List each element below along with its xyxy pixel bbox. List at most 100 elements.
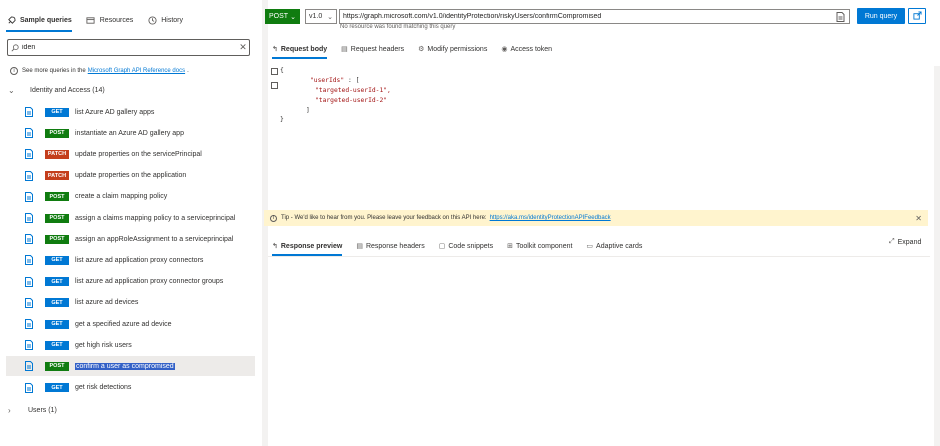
method-badge: PATCH bbox=[45, 149, 69, 159]
tab-label: Toolkit component bbox=[516, 242, 573, 250]
tab-code-snippets[interactable]: ▢ Code snippets bbox=[439, 238, 493, 254]
query-row[interactable]: GET list Azure AD gallery apps bbox=[6, 102, 255, 122]
code-value: "targeted-userId-2" bbox=[315, 97, 388, 104]
query-row[interactable]: GET list azure ad devices bbox=[6, 293, 255, 313]
settings-icon: ⚙ bbox=[418, 46, 425, 53]
query-name: update properties on the application bbox=[75, 172, 187, 180]
card-icon: ▭ bbox=[586, 243, 594, 250]
query-row[interactable]: POST confirm a user as compromised bbox=[6, 356, 255, 377]
tab-label: Response headers bbox=[365, 242, 425, 250]
tab-response-headers[interactable]: ▤ Response headers bbox=[356, 238, 424, 254]
rocket-icon bbox=[6, 15, 16, 25]
tab-label: Request headers bbox=[350, 45, 405, 53]
query-row[interactable]: GET list azure ad application proxy conne… bbox=[6, 272, 255, 292]
tab-sample-queries[interactable]: Sample queries bbox=[6, 10, 72, 32]
tab-label: Resources bbox=[99, 16, 134, 24]
code-open-brace: { bbox=[280, 67, 284, 74]
share-button[interactable] bbox=[908, 8, 926, 24]
document-icon bbox=[25, 234, 33, 245]
tab-adaptive-cards[interactable]: ▭ Adaptive cards bbox=[586, 238, 642, 254]
group-label: Identity and Access (14) bbox=[30, 87, 105, 94]
search-input[interactable] bbox=[22, 44, 237, 51]
tab-label: Code snippets bbox=[448, 242, 494, 250]
document-icon bbox=[25, 297, 33, 308]
method-badge: PATCH bbox=[45, 171, 69, 181]
document-icon[interactable] bbox=[836, 11, 846, 22]
arrow-left-icon: ↰ bbox=[272, 243, 278, 250]
method-badge: POST bbox=[45, 213, 69, 223]
url-input[interactable] bbox=[343, 13, 836, 20]
tab-label: Sample queries bbox=[20, 16, 72, 24]
chevron-down-icon: ⌄ bbox=[8, 86, 15, 95]
method-badge: GET bbox=[45, 107, 69, 117]
search-icon bbox=[8, 43, 22, 52]
query-name: get high risk users bbox=[75, 341, 132, 349]
method-badge: GET bbox=[45, 277, 69, 287]
method-badge: POST bbox=[45, 192, 69, 202]
query-row[interactable]: GET get high risk users bbox=[6, 335, 255, 355]
tab-resources[interactable]: Resources bbox=[86, 10, 133, 30]
close-icon[interactable]: ✕ bbox=[915, 214, 922, 223]
code-colon-bracket: : [ bbox=[348, 77, 360, 84]
query-name: list azure ad devices bbox=[75, 299, 139, 307]
version-dropdown[interactable]: v1.0 ⌄ bbox=[305, 9, 337, 24]
tab-modify-permissions[interactable]: ⚙ Modify permissions bbox=[418, 41, 487, 57]
document-icon bbox=[25, 149, 33, 160]
graph-docs-link[interactable]: Microsoft Graph API Reference docs bbox=[88, 68, 185, 74]
request-body-editor[interactable]: { "userIds" : [ "targeted-userId-1", "ta… bbox=[268, 66, 934, 206]
http-method-dropdown[interactable]: POST ⌄ bbox=[265, 9, 300, 24]
document-icon bbox=[25, 361, 33, 372]
chevron-down-icon: ⌄ bbox=[290, 13, 296, 21]
feedback-link[interactable]: https://aka.ms/identityProtectionAPIFeed… bbox=[490, 215, 611, 221]
query-name: list azure ad application proxy connecto… bbox=[75, 278, 224, 286]
method-label: POST bbox=[269, 13, 289, 20]
method-badge: GET bbox=[45, 255, 69, 265]
expand-button[interactable]: ⤢ Expand bbox=[889, 238, 921, 246]
document-icon bbox=[25, 128, 33, 139]
method-badge: POST bbox=[45, 234, 69, 244]
url-box bbox=[339, 9, 850, 24]
main-scrollbar[interactable] bbox=[934, 66, 940, 446]
query-row[interactable]: POST create a claim mapping policy bbox=[6, 187, 255, 207]
sidebar: Sample queries Resources History ✕ i See… bbox=[0, 0, 262, 446]
query-row[interactable]: GET get risk detections bbox=[6, 378, 255, 398]
query-row[interactable]: POST assign a claims mapping policy to a … bbox=[6, 208, 255, 228]
query-row[interactable]: PATCH update properties on the applicatio… bbox=[6, 166, 255, 186]
code-value: "targeted-userId-1", bbox=[315, 87, 391, 94]
editor-gutter bbox=[271, 68, 278, 96]
tab-access-token[interactable]: ◉ Access token bbox=[501, 41, 552, 57]
query-name: assign a claims mapping policy to a serv… bbox=[75, 214, 236, 222]
group-users[interactable]: › Users (1) bbox=[8, 406, 57, 415]
query-row[interactable]: GET list azure ad application proxy conne… bbox=[6, 250, 255, 270]
feedback-tip-bar: i Tip - We'd like to hear from you. Plea… bbox=[264, 210, 928, 226]
tip-text: Tip - We'd like to hear from you. Please… bbox=[281, 215, 487, 221]
tab-history[interactable]: History bbox=[147, 10, 183, 30]
query-row[interactable]: POST assign an appRoleAssignment to a ser… bbox=[6, 229, 255, 249]
fold-toggle-icon[interactable] bbox=[271, 68, 278, 75]
query-row[interactable]: PATCH update properties on the servicePri… bbox=[6, 144, 255, 164]
tab-label: History bbox=[161, 16, 183, 24]
fold-toggle-icon[interactable] bbox=[271, 82, 278, 89]
document-icon bbox=[25, 319, 33, 329]
query-row[interactable]: GET get a specified azure ad device bbox=[6, 314, 255, 334]
share-icon bbox=[912, 10, 922, 22]
tab-toolkit-component[interactable]: ⊞ Toolkit component bbox=[507, 238, 572, 254]
document-icon bbox=[25, 191, 33, 202]
code-close-bracket: ] bbox=[306, 107, 310, 114]
info-icon: i bbox=[10, 67, 18, 75]
tab-response-preview[interactable]: ↰ Response preview bbox=[272, 238, 343, 256]
method-badge: GET bbox=[45, 298, 69, 308]
query-row[interactable]: POST instantiate an Azure AD gallery app bbox=[6, 123, 255, 143]
document-icon bbox=[25, 107, 33, 117]
query-name: create a claim mapping policy bbox=[75, 193, 168, 201]
group-identity-and-access[interactable]: ⌄ Identity and Access (14) bbox=[8, 86, 105, 95]
version-label: v1.0 bbox=[309, 13, 323, 20]
query-name: update properties on the servicePrincipa… bbox=[75, 150, 202, 158]
tab-label: Access token bbox=[510, 45, 553, 53]
run-query-button[interactable]: Run query bbox=[857, 8, 905, 24]
tab-request-body[interactable]: ↰ Request body bbox=[272, 41, 328, 59]
clear-search-icon[interactable]: ✕ bbox=[237, 42, 249, 53]
tab-request-headers[interactable]: ▤ Request headers bbox=[341, 41, 404, 57]
tab-label: Request body bbox=[280, 45, 328, 53]
query-name: confirm a user as compromised bbox=[75, 362, 175, 370]
